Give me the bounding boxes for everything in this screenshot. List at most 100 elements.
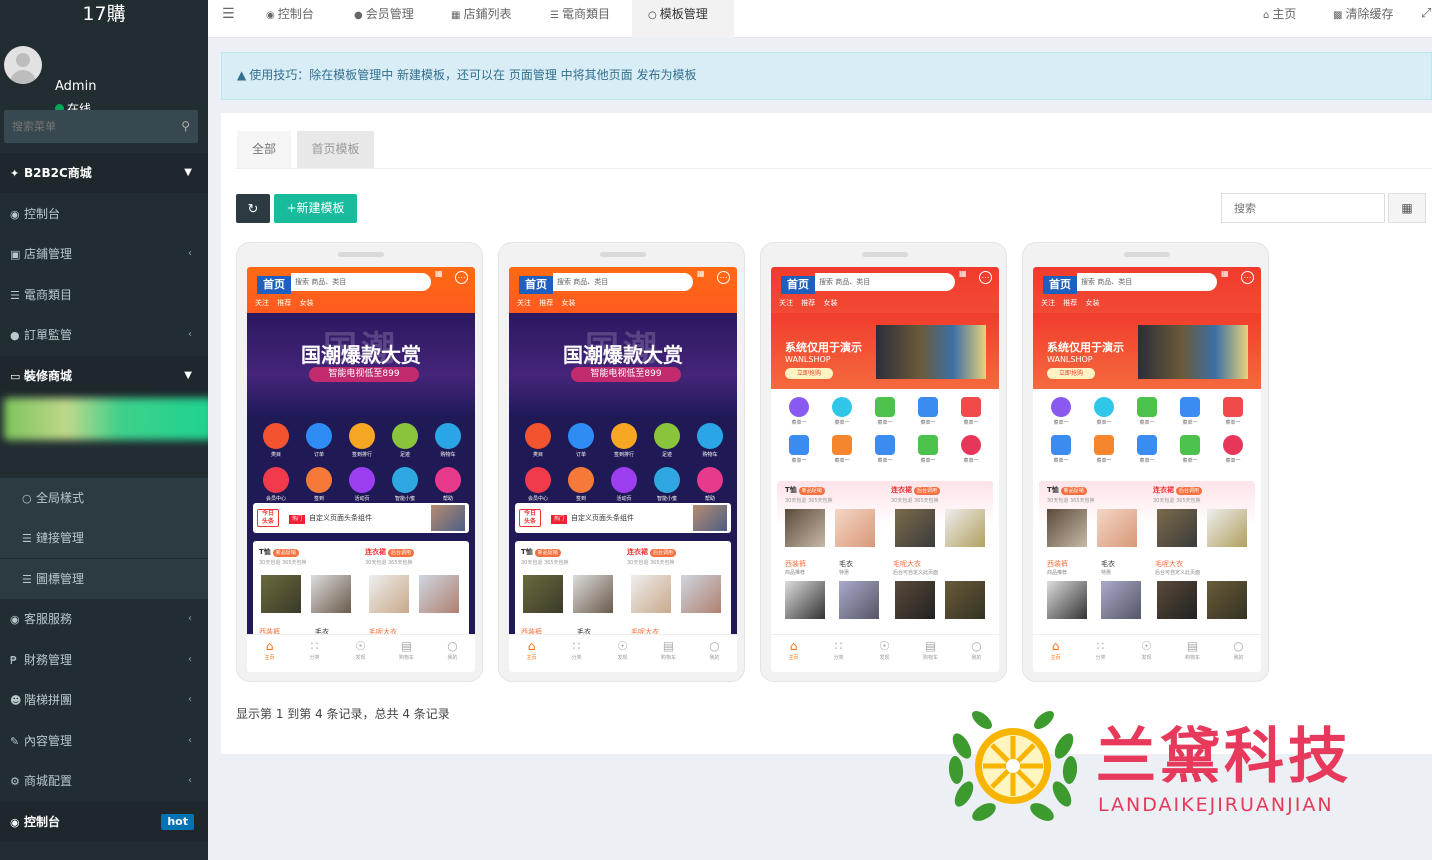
template-card[interactable]: 首页 搜索 商品、类目 ▦ ⋯ 关注 推荐 女装 系统仅用于演示 WANLSHO…: [1022, 242, 1269, 682]
sidebar-item-stores[interactable]: ▣ 店鋪管理 ‹: [0, 234, 208, 274]
help-icon: [435, 467, 461, 493]
sidebar-item-group-buy[interactable]: ☻ 階梯拼團 ‹: [0, 680, 208, 720]
goods-title-text: T恤: [785, 486, 797, 494]
member-icon: [525, 467, 551, 493]
menu-icon: [918, 435, 938, 455]
sidebar-item-content[interactable]: ✎ 內容管理 ‹: [0, 721, 208, 761]
preview-icon-grid: 菜单一 菜单一 菜单一 菜单一 菜单一 菜单一 菜单一 菜单一 菜单一 菜单一: [1033, 391, 1261, 473]
icon-label: 菜单一: [877, 420, 893, 426]
product-image: [1047, 509, 1087, 547]
sidebar-item-label: 控制台: [24, 815, 61, 829]
preview-title: 首页: [1043, 276, 1077, 294]
store-icon: ▣: [10, 248, 21, 261]
scan-icon: ▦: [697, 269, 705, 278]
sidebar-item-global-style[interactable]: ○ 全局樣式: [0, 478, 208, 518]
list-icon: ☰: [22, 532, 32, 545]
sidebar-item-dashboard[interactable]: ◉ 控制台: [0, 194, 208, 234]
menu-icon: [961, 435, 981, 455]
template-card[interactable]: 首页 搜索 商品、类目 ▦ ⋯ 关注 推荐 女装 国潮 国潮爆款大赏 智能电视低…: [236, 242, 483, 682]
assistant-icon: [392, 467, 418, 493]
banner-products-image: [876, 325, 986, 379]
sidebar-item-b2b2c[interactable]: ✦ B2B2C商城 ▼: [0, 153, 208, 193]
hot-badge: hot: [161, 814, 194, 830]
icon-label: 菜单一: [791, 458, 807, 464]
tab-divider: [235, 168, 1432, 169]
sidebar-item-categories[interactable]: ☰ 電商類目: [0, 275, 208, 315]
scan-icon: ▦: [1221, 269, 1229, 278]
goods2-title: 毛呢大衣: [1155, 560, 1183, 568]
preview-header: 首页 搜索 商品、类目 ▦ ⋯ 关注 推荐 女装: [247, 267, 475, 313]
tab-all[interactable]: 全部: [237, 131, 291, 168]
sidebar-item-links[interactable]: ☰ 鏈接管理: [0, 518, 208, 558]
footer-tab: ⌂ 主页: [509, 638, 554, 661]
icon-label: 菜单一: [963, 420, 979, 426]
watermark: 兰黛科技 LANDAIKEJIRUANJIAN: [946, 706, 1406, 826]
preview-icon-grid: 类目 订单 签到排行 足迹 购物车 会员中心 签到 活动页 智能小蜜 帮助: [509, 417, 737, 512]
app-logo[interactable]: 17購: [0, 0, 208, 30]
news-image: [693, 505, 727, 531]
footer-label: 我的: [447, 655, 458, 661]
tab-store-list[interactable]: ▦ 店鋪列表: [451, 0, 511, 38]
menu-toggle-icon[interactable]: ☰: [222, 0, 235, 38]
fullscreen-icon[interactable]: ⤢: [1421, 0, 1431, 38]
news-badge: 热门: [551, 515, 568, 524]
tab-categories[interactable]: ☰ 電商類目: [550, 0, 610, 38]
preview-header: 首页 搜索 商品、类目 ▦ ⋯ 关注 推荐 女装: [1033, 267, 1261, 313]
footer-tab: ⌂ 主页: [247, 638, 292, 661]
template-panel: 全部 首页模板 ↻ +新建模板 ▦ 首页 搜索 商品、类目 ▦ ⋯ 关注 推荐 …: [221, 113, 1432, 754]
goods-title: 连衣裙 后台调用: [1153, 485, 1203, 495]
sidebar-item-label: 商城配置: [24, 774, 73, 788]
tab-dashboard[interactable]: ◉ 控制台: [266, 0, 314, 38]
tab-template-manage[interactable]: ○ 模板管理: [632, 0, 734, 38]
template-search-input[interactable]: [1221, 193, 1385, 223]
preview-search: 搜索 商品、类目: [291, 273, 431, 291]
goods-tag: 新品促销: [272, 549, 299, 557]
search-icon[interactable]: ⚲: [181, 119, 190, 133]
sidebar-item-service[interactable]: ◉ 客服服務 ‹: [0, 599, 208, 639]
message-icon: ⋯: [717, 271, 730, 284]
chevron-left-icon: ‹: [188, 775, 192, 786]
sidebar-item-decoration[interactable]: ▭ 裝修商城 ▼: [0, 356, 208, 396]
footer-label: 购物车: [398, 655, 414, 661]
clear-cache-link[interactable]: ▩ 清除缓存: [1333, 0, 1393, 38]
footer-label: 购物车: [922, 655, 938, 661]
goods2-sub: 特惠: [839, 570, 850, 576]
sidebar-item-icons[interactable]: ☰ 圖標管理: [0, 559, 208, 599]
home-icon: ⌂: [527, 639, 536, 653]
template-card[interactable]: 首页 搜索 商品、类目 ▦ ⋯ 关注 推荐 女装 系统仅用于演示 WANLSHO…: [760, 242, 1007, 682]
chevron-left-icon: ‹: [188, 694, 192, 705]
refresh-button[interactable]: ↻: [236, 194, 270, 223]
preview-header: 首页 搜索 商品、类目 ▦ ⋯ 关注 推荐 女装: [509, 267, 737, 313]
goods-sub: 30天包退 365天包换: [1153, 498, 1201, 504]
footer-label: 主页: [788, 655, 799, 661]
icon-label: 菜单一: [1225, 420, 1241, 426]
template-card[interactable]: 首页 搜索 商品、类目 ▦ ⋯ 关注 推荐 女装 国潮 国潮爆款大赏 智能电视低…: [498, 242, 745, 682]
dashboard-icon: ◉: [266, 10, 275, 21]
footprint-icon: [654, 423, 680, 449]
add-template-button[interactable]: +新建模板: [274, 194, 357, 223]
home-icon: ⌂: [265, 639, 274, 653]
product-image: [895, 581, 935, 619]
goods-tag: 后台调用: [388, 549, 415, 557]
preview-icon-grid: 菜单一 菜单一 菜单一 菜单一 菜单一 菜单一 菜单一 菜单一 菜单一 菜单一: [771, 391, 999, 473]
sidebar-item-dashboard-hot[interactable]: ◉ 控制台 hot: [0, 802, 208, 842]
sidebar-item-finance[interactable]: ₱ 財務管理 ‹: [0, 640, 208, 680]
sidebar-item-label: 客服服務: [24, 612, 73, 626]
tab-members[interactable]: ● 会员管理: [354, 0, 414, 38]
sidebar-item-settings[interactable]: ⚙ 商城配置 ‹: [0, 761, 208, 801]
news-image: [431, 505, 465, 531]
toggle-view-button[interactable]: ▦: [1388, 193, 1426, 223]
home-link[interactable]: ⌂ 主页: [1263, 0, 1296, 38]
icon-label: 菜单一: [1096, 458, 1112, 464]
tab-home-templates[interactable]: 首页模板: [297, 131, 374, 168]
menu-icon: [1094, 435, 1114, 455]
icon-label: 签到: [313, 496, 324, 502]
sidebar-item-label: 內容管理: [24, 734, 73, 748]
sidebar-item-orders[interactable]: ● 訂單監管 ‹: [0, 315, 208, 355]
sidebar-search-input[interactable]: [4, 110, 164, 143]
preview-news: 今日 头条 热门 自定义页面头条组件: [253, 503, 469, 533]
warning-icon: ▲: [237, 68, 247, 82]
preview-tabs: 关注 推荐 女装: [255, 299, 314, 307]
footer-tab: ○ 我的: [430, 638, 475, 661]
sidebar-item-label: 控制台: [24, 207, 61, 221]
